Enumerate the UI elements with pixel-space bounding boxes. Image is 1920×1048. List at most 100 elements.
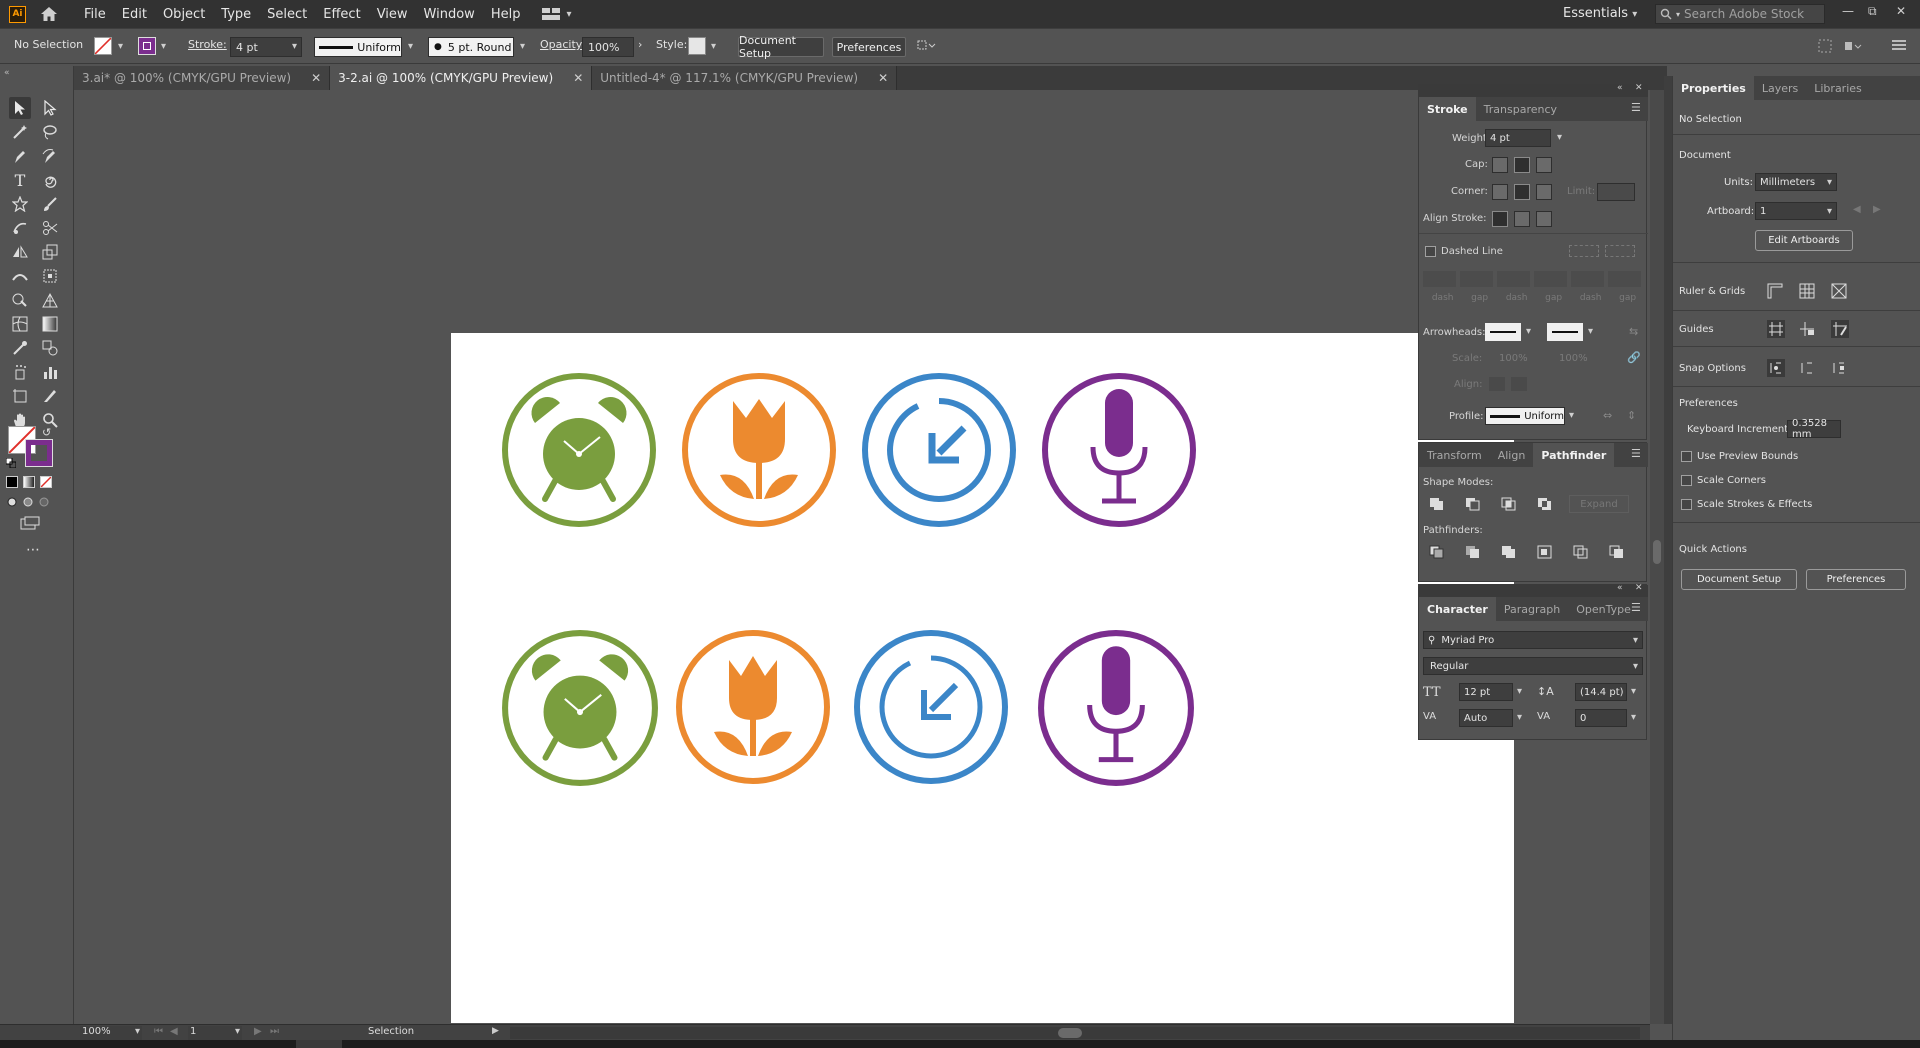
shaper-tool[interactable] (9, 217, 31, 239)
tab-align[interactable]: Align (1490, 443, 1534, 467)
trim-button[interactable] (1465, 545, 1481, 559)
chevron-down-icon[interactable]: ▾ (1526, 326, 1531, 337)
slice-tool[interactable] (39, 385, 61, 407)
opacity-label[interactable]: Opacity: (540, 38, 585, 51)
scale-end-value[interactable]: 100% (1559, 353, 1588, 364)
intersect-button[interactable] (1501, 497, 1517, 511)
chevron-down-icon[interactable]: ▾ (1517, 712, 1522, 723)
brush-definition[interactable]: ● 5 pt. Round (428, 37, 514, 57)
arrange-icon[interactable] (1844, 39, 1864, 53)
tab-paragraph[interactable]: Paragraph (1496, 597, 1568, 621)
chevron-down-icon[interactable]: ▾ (520, 41, 525, 52)
tab-untitled-4[interactable]: Untitled-4* @ 117.1% (CMYK/GPU Preview) ✕ (592, 66, 898, 90)
close-icon[interactable]: ✕ (311, 71, 321, 85)
arrow-tip-at-end-button[interactable] (1511, 377, 1527, 391)
column-graph-tool[interactable] (39, 361, 61, 383)
fill-swatch[interactable] (94, 37, 112, 55)
arrow-return-icon[interactable] (860, 371, 1018, 529)
pen-tool[interactable] (9, 145, 31, 167)
scroll-thumb[interactable] (1653, 540, 1661, 564)
stroke-swatch[interactable] (138, 37, 156, 55)
stroke-color-box[interactable] (25, 439, 53, 467)
merge-button[interactable] (1501, 545, 1517, 559)
magic-wand-tool[interactable] (9, 121, 31, 143)
tab-layers[interactable]: Layers (1754, 76, 1806, 100)
dash-field[interactable] (1423, 271, 1456, 287)
spiral-tool[interactable] (39, 169, 61, 191)
opacity-field[interactable]: 100% (582, 37, 634, 57)
gap-field[interactable] (1460, 271, 1493, 287)
end-arrowhead-select[interactable] (1547, 323, 1583, 341)
mesh-tool[interactable] (9, 313, 31, 335)
previous-artboard-icon[interactable]: ◀ (170, 1026, 178, 1037)
last-artboard-icon[interactable]: ⏭ (270, 1026, 279, 1037)
next-artboard-icon[interactable]: ▶ (1873, 204, 1881, 215)
exclude-button[interactable] (1537, 497, 1553, 511)
vertical-scrollbar[interactable] (1650, 90, 1664, 1024)
status-menu-icon[interactable]: ▶ (492, 1026, 499, 1036)
quick-preferences-button[interactable]: Preferences (1806, 569, 1906, 590)
lock-guides-icon[interactable] (1799, 321, 1815, 337)
document-setup-button[interactable]: Document Setup (738, 34, 824, 60)
first-artboard-icon[interactable]: ⏮ (154, 1026, 163, 1037)
gap-field[interactable] (1534, 271, 1567, 287)
shape-builder-tool[interactable] (9, 289, 31, 311)
scale-tool[interactable] (39, 241, 61, 263)
perspective-grid-tool[interactable] (39, 289, 61, 311)
scale-start-value[interactable]: 100% (1499, 353, 1528, 364)
gradient-mode-icon[interactable] (23, 476, 35, 488)
blend-tool[interactable] (39, 337, 61, 359)
show-guides-icon[interactable] (1767, 320, 1785, 338)
menu-help[interactable]: Help (483, 7, 529, 22)
minus-front-button[interactable] (1465, 497, 1481, 511)
chevron-down-icon[interactable]: ▾ (161, 41, 166, 52)
minimize-button[interactable]: — (1842, 4, 1854, 18)
tulip-icon[interactable] (674, 628, 832, 786)
unite-button[interactable] (1429, 497, 1445, 511)
font-family-select[interactable]: ⚲ Myriad Pro ▾ (1423, 631, 1643, 649)
reflect-tool[interactable] (9, 241, 31, 263)
chevron-down-icon[interactable]: ▾ (292, 41, 297, 52)
lasso-tool[interactable] (39, 121, 61, 143)
scale-strokes-checkbox[interactable] (1681, 499, 1692, 510)
chevron-right-icon[interactable]: › (638, 38, 642, 51)
microphone-icon[interactable] (1036, 628, 1196, 788)
grid-icon[interactable] (1799, 283, 1815, 299)
close-window-button[interactable]: ✕ (1896, 4, 1906, 18)
menu-edit[interactable]: Edit (114, 7, 155, 22)
microphone-icon[interactable] (1040, 371, 1198, 529)
tab-3-ai[interactable]: 3.ai* @ 100% (CMYK/GPU Preview) ✕ (74, 66, 331, 90)
keyboard-increment-field[interactable]: 0.3528 mm (1787, 418, 1841, 440)
panel-menu-icon[interactable]: ☰ (1631, 447, 1641, 460)
align-center-button[interactable] (1492, 211, 1508, 227)
font-style-select[interactable]: Regular ▾ (1423, 657, 1643, 675)
chevron-down-icon[interactable]: ▾ (711, 41, 716, 52)
scissors-tool[interactable] (39, 217, 61, 239)
eyedropper-tool[interactable] (9, 337, 31, 359)
free-transform-tool[interactable] (39, 265, 61, 287)
menu-object[interactable]: Object (155, 7, 213, 22)
flip-across-icon[interactable]: ⇕ (1627, 409, 1636, 422)
panel-menu-icon[interactable]: ☰ (1631, 601, 1641, 614)
tab-3-2-ai[interactable]: 3-2.ai @ 100% (CMYK/GPU Preview) ✕ (330, 66, 593, 90)
variable-width-profile[interactable]: Uniform (314, 37, 402, 57)
swap-arrowheads-icon[interactable]: ⇆ (1629, 325, 1638, 338)
quick-document-setup-button[interactable]: Document Setup (1681, 569, 1797, 590)
panel-menu-icon[interactable]: ☰ (1631, 101, 1641, 114)
isolate-icon[interactable] (1818, 39, 1832, 53)
transparency-grid-icon[interactable] (1831, 283, 1847, 299)
gradient-tool[interactable] (39, 313, 61, 335)
butt-cap-button[interactable] (1492, 157, 1508, 173)
preferences-button[interactable]: Preferences (832, 37, 906, 57)
chevron-down-icon[interactable]: ▾ (1557, 132, 1562, 143)
projecting-cap-button[interactable] (1536, 157, 1552, 173)
dash-field[interactable] (1571, 271, 1604, 287)
tab-pathfinder[interactable]: Pathfinder (1533, 443, 1615, 467)
menu-view[interactable]: View (369, 7, 416, 22)
chevron-down-icon[interactable]: ▾ (1588, 326, 1593, 337)
zoom-select[interactable]: 100% ▾ (80, 1026, 142, 1040)
none-mode-icon[interactable] (40, 476, 52, 488)
arrange-documents-button[interactable]: ▾ (542, 8, 571, 20)
outline-button[interactable] (1573, 545, 1589, 559)
scroll-thumb[interactable] (1058, 1028, 1082, 1038)
